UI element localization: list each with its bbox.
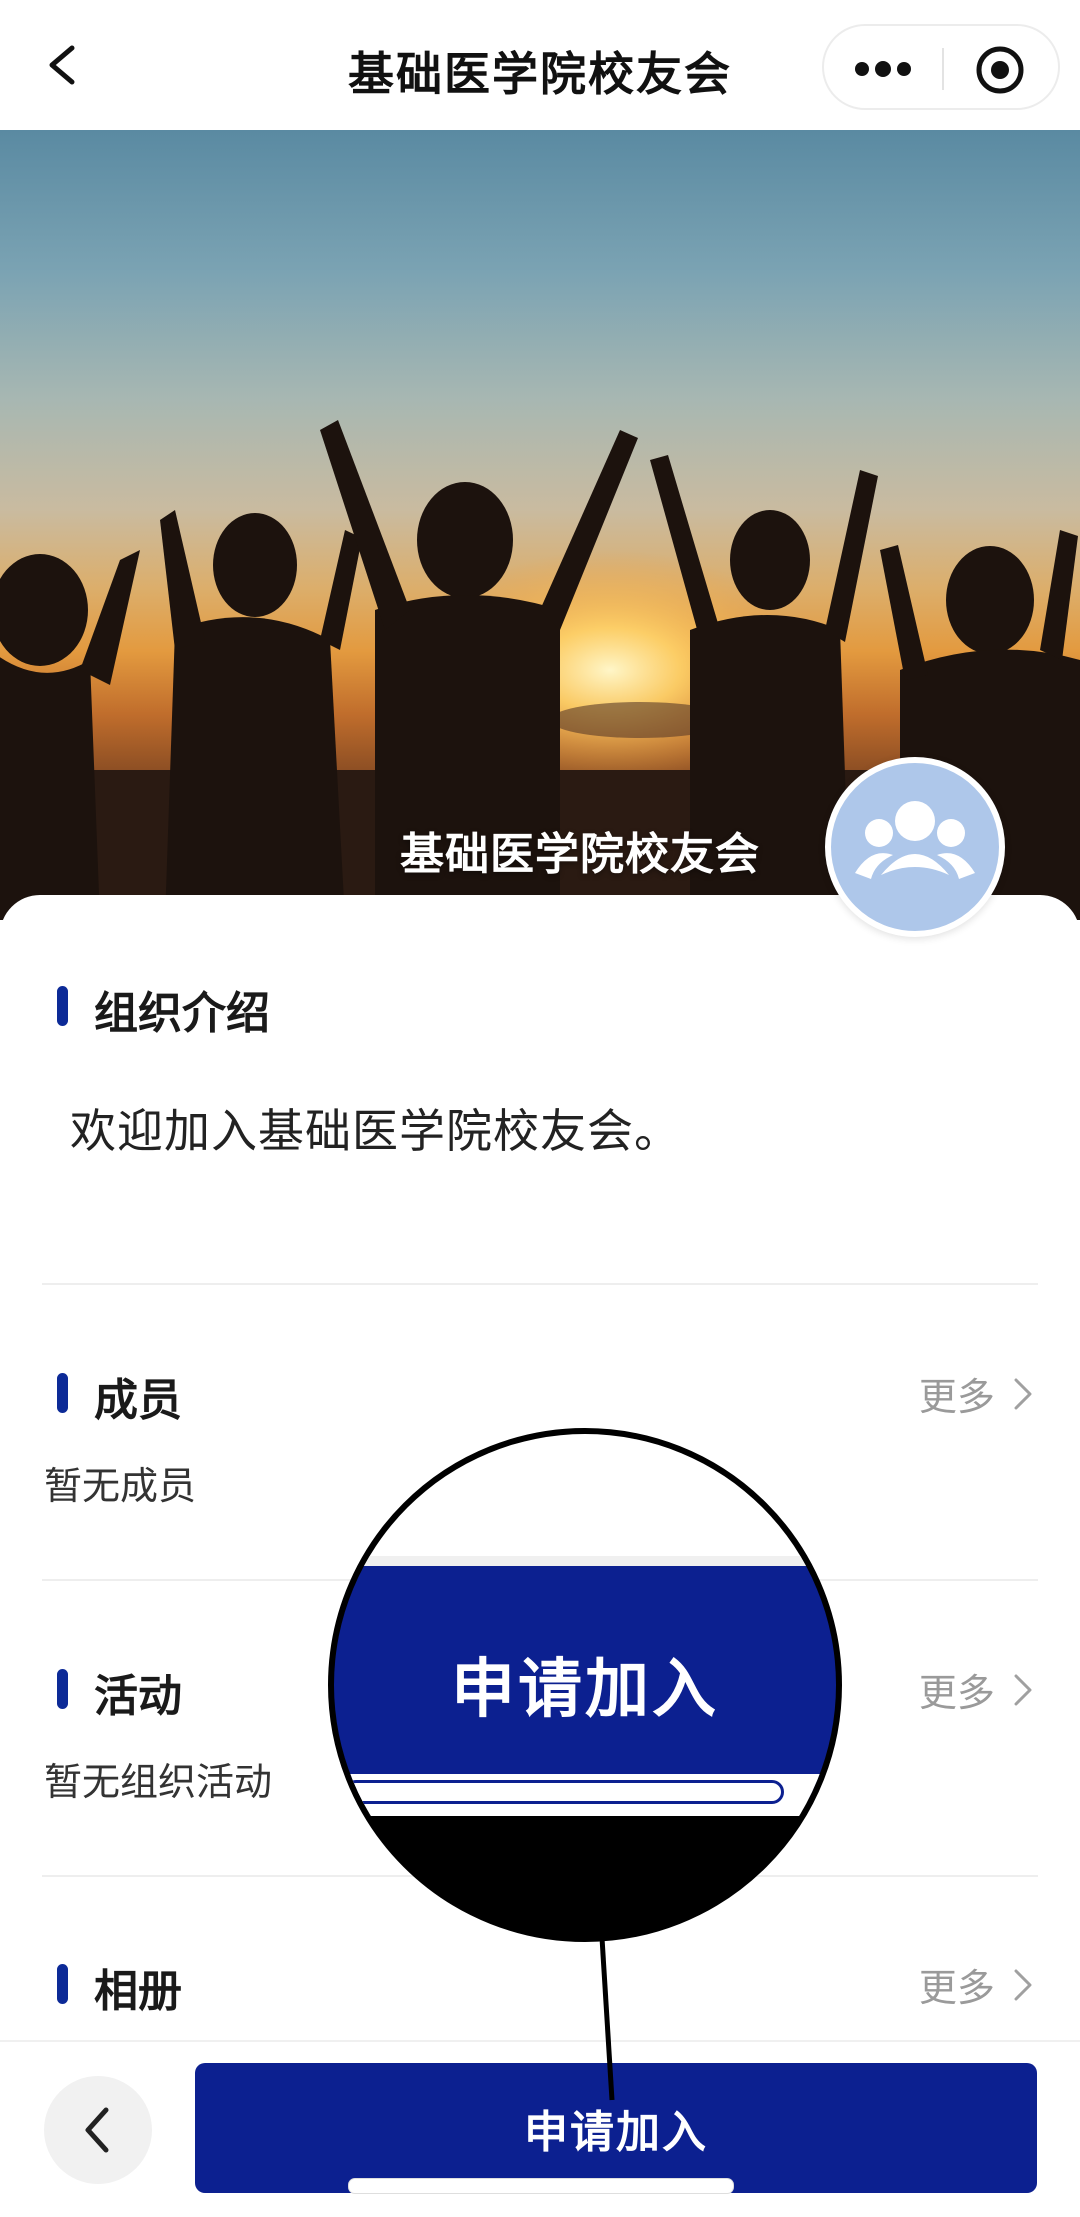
chevron-right-icon bbox=[1014, 1674, 1032, 1705]
activities-empty-text: 暂无组织活动 bbox=[44, 1760, 273, 1804]
magnifier-top-area bbox=[334, 1434, 836, 1566]
magnifier-button-label: 申请加入 bbox=[451, 1653, 719, 1727]
section-title-intro: 组织介绍 bbox=[94, 988, 270, 1039]
top-nav-bar: 基础医学院校友会 bbox=[0, 0, 1080, 130]
capsule-divider bbox=[942, 48, 944, 90]
magnifier-callout: 申请加入 bbox=[328, 1428, 842, 1942]
group-people-icon bbox=[825, 757, 1005, 937]
section-title-album: 相册 bbox=[94, 1966, 182, 2017]
chevron-right-icon bbox=[1014, 1969, 1032, 2000]
activities-more-link[interactable]: 更多 bbox=[919, 1662, 1036, 1716]
section-bar bbox=[57, 1964, 68, 2004]
section-bar bbox=[57, 1669, 68, 1709]
hero-title: 基础医学院校友会 bbox=[400, 829, 760, 880]
more-label: 更多 bbox=[918, 1671, 995, 1715]
more-label: 更多 bbox=[918, 1966, 995, 2010]
bottom-back-button[interactable] bbox=[44, 2076, 152, 2184]
chevron-right-icon bbox=[1014, 1378, 1032, 1409]
section-title-activities: 活动 bbox=[94, 1671, 182, 1722]
intro-text: 欢迎加入基础医学院校友会。 bbox=[70, 1104, 681, 1158]
mini-program-capsule bbox=[822, 24, 1060, 110]
divider bbox=[42, 1283, 1038, 1285]
section-title-members: 成员 bbox=[94, 1375, 182, 1426]
section-bar bbox=[57, 986, 68, 1026]
apply-join-button[interactable]: 申请加入 bbox=[195, 2063, 1037, 2193]
section-header-members: 成员 更多 bbox=[0, 1362, 1080, 1426]
section-header-album: 相册 更多 bbox=[0, 1953, 1080, 2017]
more-dots-icon[interactable] bbox=[848, 48, 918, 90]
target-circle-icon[interactable] bbox=[974, 44, 1026, 96]
more-label: 更多 bbox=[918, 1375, 995, 1419]
members-more-link[interactable]: 更多 bbox=[919, 1366, 1036, 1420]
chevron-left-icon bbox=[85, 2107, 109, 2153]
home-indicator bbox=[348, 2178, 734, 2194]
album-more-link[interactable]: 更多 bbox=[919, 1957, 1036, 2011]
magnifier-home-indicator bbox=[344, 1780, 784, 1804]
section-bar bbox=[57, 1373, 68, 1413]
section-header-intro: 组织介绍 bbox=[0, 975, 1080, 1039]
members-empty-text: 暂无成员 bbox=[44, 1464, 197, 1508]
magnifier-bottom-area bbox=[334, 1818, 836, 1936]
